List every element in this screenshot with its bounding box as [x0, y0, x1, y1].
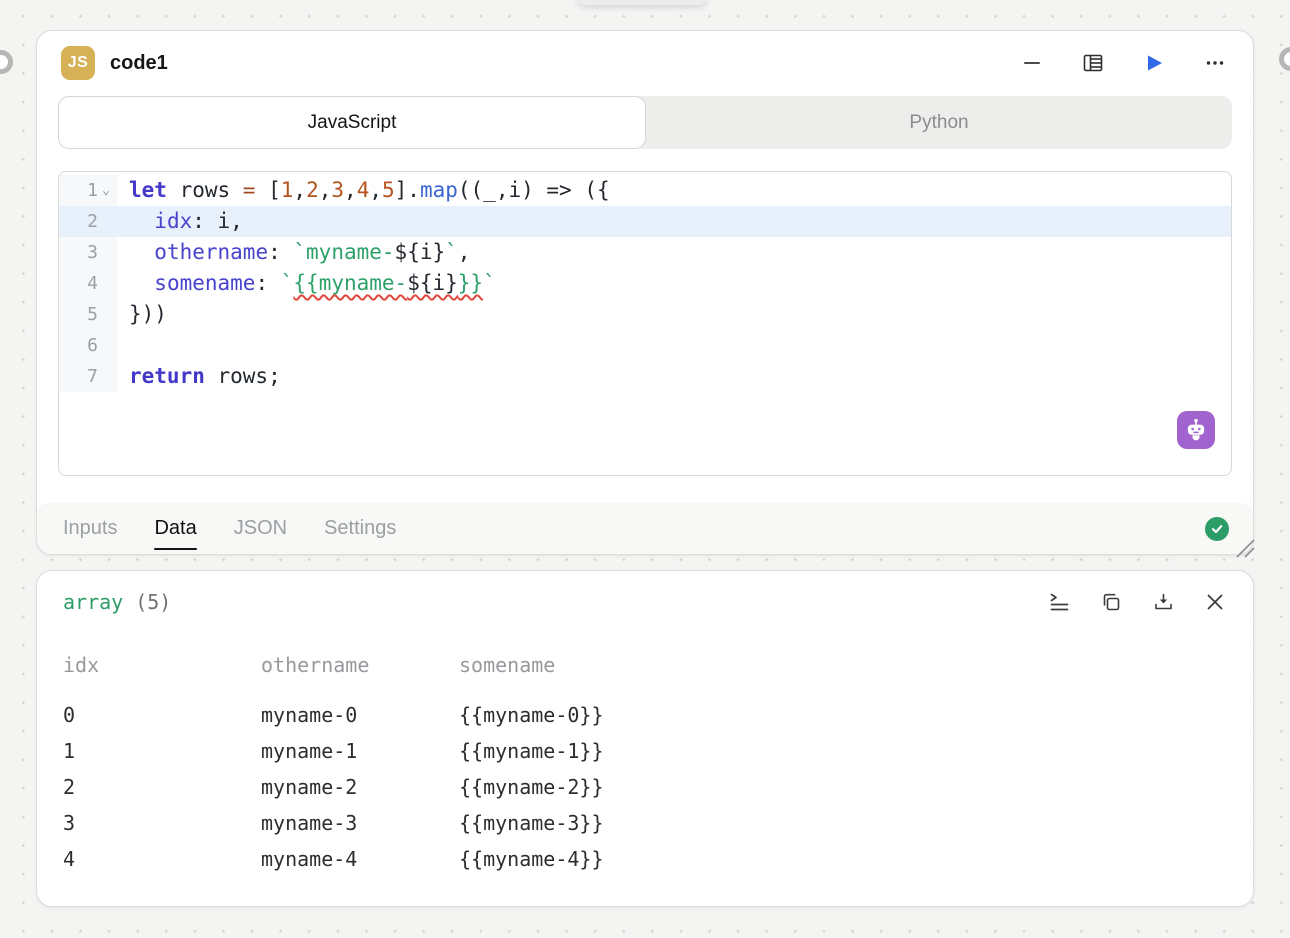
node-panel-tabs: Inputs Data JSON Settings: [37, 503, 1253, 554]
run-icon: [1143, 52, 1165, 74]
code-line-2[interactable]: 2⌄ idx: i,: [59, 206, 1231, 237]
line-number: 4⌄: [59, 268, 117, 299]
table-cell: 2: [63, 775, 261, 799]
table-row[interactable]: 2myname-2{{myname-2}}: [63, 769, 1227, 805]
check-icon: [1210, 522, 1224, 536]
code-line-3[interactable]: 3⌄ othername: `myname-${i}`,: [59, 237, 1231, 268]
fold-chevron-icon[interactable]: ⌄: [98, 175, 114, 206]
code-text: })): [117, 299, 167, 330]
run-button[interactable]: [1142, 51, 1166, 75]
download-icon: [1153, 592, 1174, 613]
code-text: idx: i,: [117, 206, 243, 237]
result-table: idxothernamesomename 0myname-0{{myname-0}…: [37, 650, 1253, 877]
close-icon: [1205, 592, 1225, 612]
line-number: 5⌄: [59, 299, 117, 330]
table-cell: 0: [63, 703, 261, 727]
javascript-badge: JS: [61, 46, 95, 80]
flow-connector-left[interactable]: [0, 50, 13, 74]
code-line-1[interactable]: 1⌄let rows = [1,2,3,4,5].map((_,i) => ({: [59, 175, 1231, 206]
result-actions: [1047, 590, 1227, 614]
code-text: somename: `{{myname-${i}}}`: [117, 268, 496, 299]
panel-tab-inputs[interactable]: Inputs: [63, 517, 117, 540]
panel-layout-button[interactable]: [1081, 51, 1105, 75]
table-cell: {{myname-2}}: [459, 775, 1227, 799]
download-button[interactable]: [1151, 590, 1175, 614]
code-text: othername: `myname-${i}`,: [117, 237, 470, 268]
table-cell: myname-3: [261, 811, 459, 835]
line-number: 2⌄: [59, 206, 117, 237]
more-icon: [1204, 52, 1226, 74]
lang-tab-javascript[interactable]: JavaScript: [58, 96, 646, 149]
node-header-actions: [1020, 51, 1227, 75]
table-row[interactable]: 0myname-0{{myname-0}}: [63, 697, 1227, 733]
table-row[interactable]: 4myname-4{{myname-4}}: [63, 841, 1227, 877]
panel-layout-icon: [1082, 52, 1104, 74]
table-header-row: idxothernamesomename: [63, 650, 1227, 680]
flow-connector-right[interactable]: [1279, 47, 1290, 71]
panel-tab-data[interactable]: Data: [154, 517, 196, 540]
table-cell: myname-4: [261, 847, 459, 871]
minimize-button[interactable]: [1020, 51, 1044, 75]
code-text: return rows;: [117, 361, 281, 392]
line-number: 3⌄: [59, 237, 117, 268]
table-row[interactable]: 3myname-3{{myname-3}}: [63, 805, 1227, 841]
more-options-button[interactable]: [1203, 51, 1227, 75]
table-cell: {{myname-0}}: [459, 703, 1227, 727]
copy-button[interactable]: [1099, 590, 1123, 614]
table-cell: {{myname-4}}: [459, 847, 1227, 871]
code-line-5[interactable]: 5⌄})): [59, 299, 1231, 330]
resize-handle[interactable]: [1230, 533, 1256, 559]
robot-icon: [1183, 417, 1209, 443]
node-header: JS code1: [37, 31, 1253, 87]
expand-list-button[interactable]: [1047, 590, 1071, 614]
panel-tab-json[interactable]: JSON: [234, 517, 287, 540]
column-header: othername: [261, 653, 459, 677]
table-row[interactable]: 1myname-1{{myname-1}}: [63, 733, 1227, 769]
table-cell: {{myname-1}}: [459, 739, 1227, 763]
line-number: 1⌄: [59, 175, 117, 206]
close-button[interactable]: [1203, 590, 1227, 614]
column-header: somename: [459, 653, 1227, 677]
table-cell: myname-1: [261, 739, 459, 763]
table-cell: 3: [63, 811, 261, 835]
code-line-7[interactable]: 7⌄return rows;: [59, 361, 1231, 392]
lang-tab-python[interactable]: Python: [646, 96, 1232, 149]
minimize-icon: [1022, 53, 1042, 73]
result-panel-card: array (5): [36, 570, 1254, 907]
panel-tab-settings[interactable]: Settings: [324, 517, 396, 540]
result-count-label: (5): [135, 590, 171, 614]
code-text: let rows = [1,2,3,4,5].map((_,i) => ({: [117, 175, 610, 206]
table-cell: myname-0: [261, 703, 459, 727]
expand-list-icon: [1049, 592, 1070, 613]
table-cell: myname-2: [261, 775, 459, 799]
code-editor[interactable]: 1⌄let rows = [1,2,3,4,5].map((_,i) => ({…: [58, 171, 1232, 476]
line-number: 6⌄: [59, 330, 117, 361]
ai-assistant-button[interactable]: [1177, 411, 1215, 449]
line-number: 7⌄: [59, 361, 117, 392]
result-type-label: array: [63, 590, 123, 614]
code-line-6[interactable]: 6⌄: [59, 330, 1231, 361]
success-status-badge: [1205, 517, 1229, 541]
node-title: code1: [110, 52, 168, 75]
copy-icon: [1101, 592, 1122, 613]
code-line-4[interactable]: 4⌄ somename: `{{myname-${i}}}`: [59, 268, 1231, 299]
code-node-card: JS code1: [36, 30, 1254, 555]
offscreen-node-edge: [577, 0, 707, 5]
column-header: idx: [63, 653, 261, 677]
table-cell: 1: [63, 739, 261, 763]
table-cell: 4: [63, 847, 261, 871]
result-header: array (5): [37, 571, 1253, 614]
code-text: [117, 330, 129, 361]
table-cell: {{myname-3}}: [459, 811, 1227, 835]
language-tab-bar: JavaScriptPython: [58, 96, 1232, 149]
